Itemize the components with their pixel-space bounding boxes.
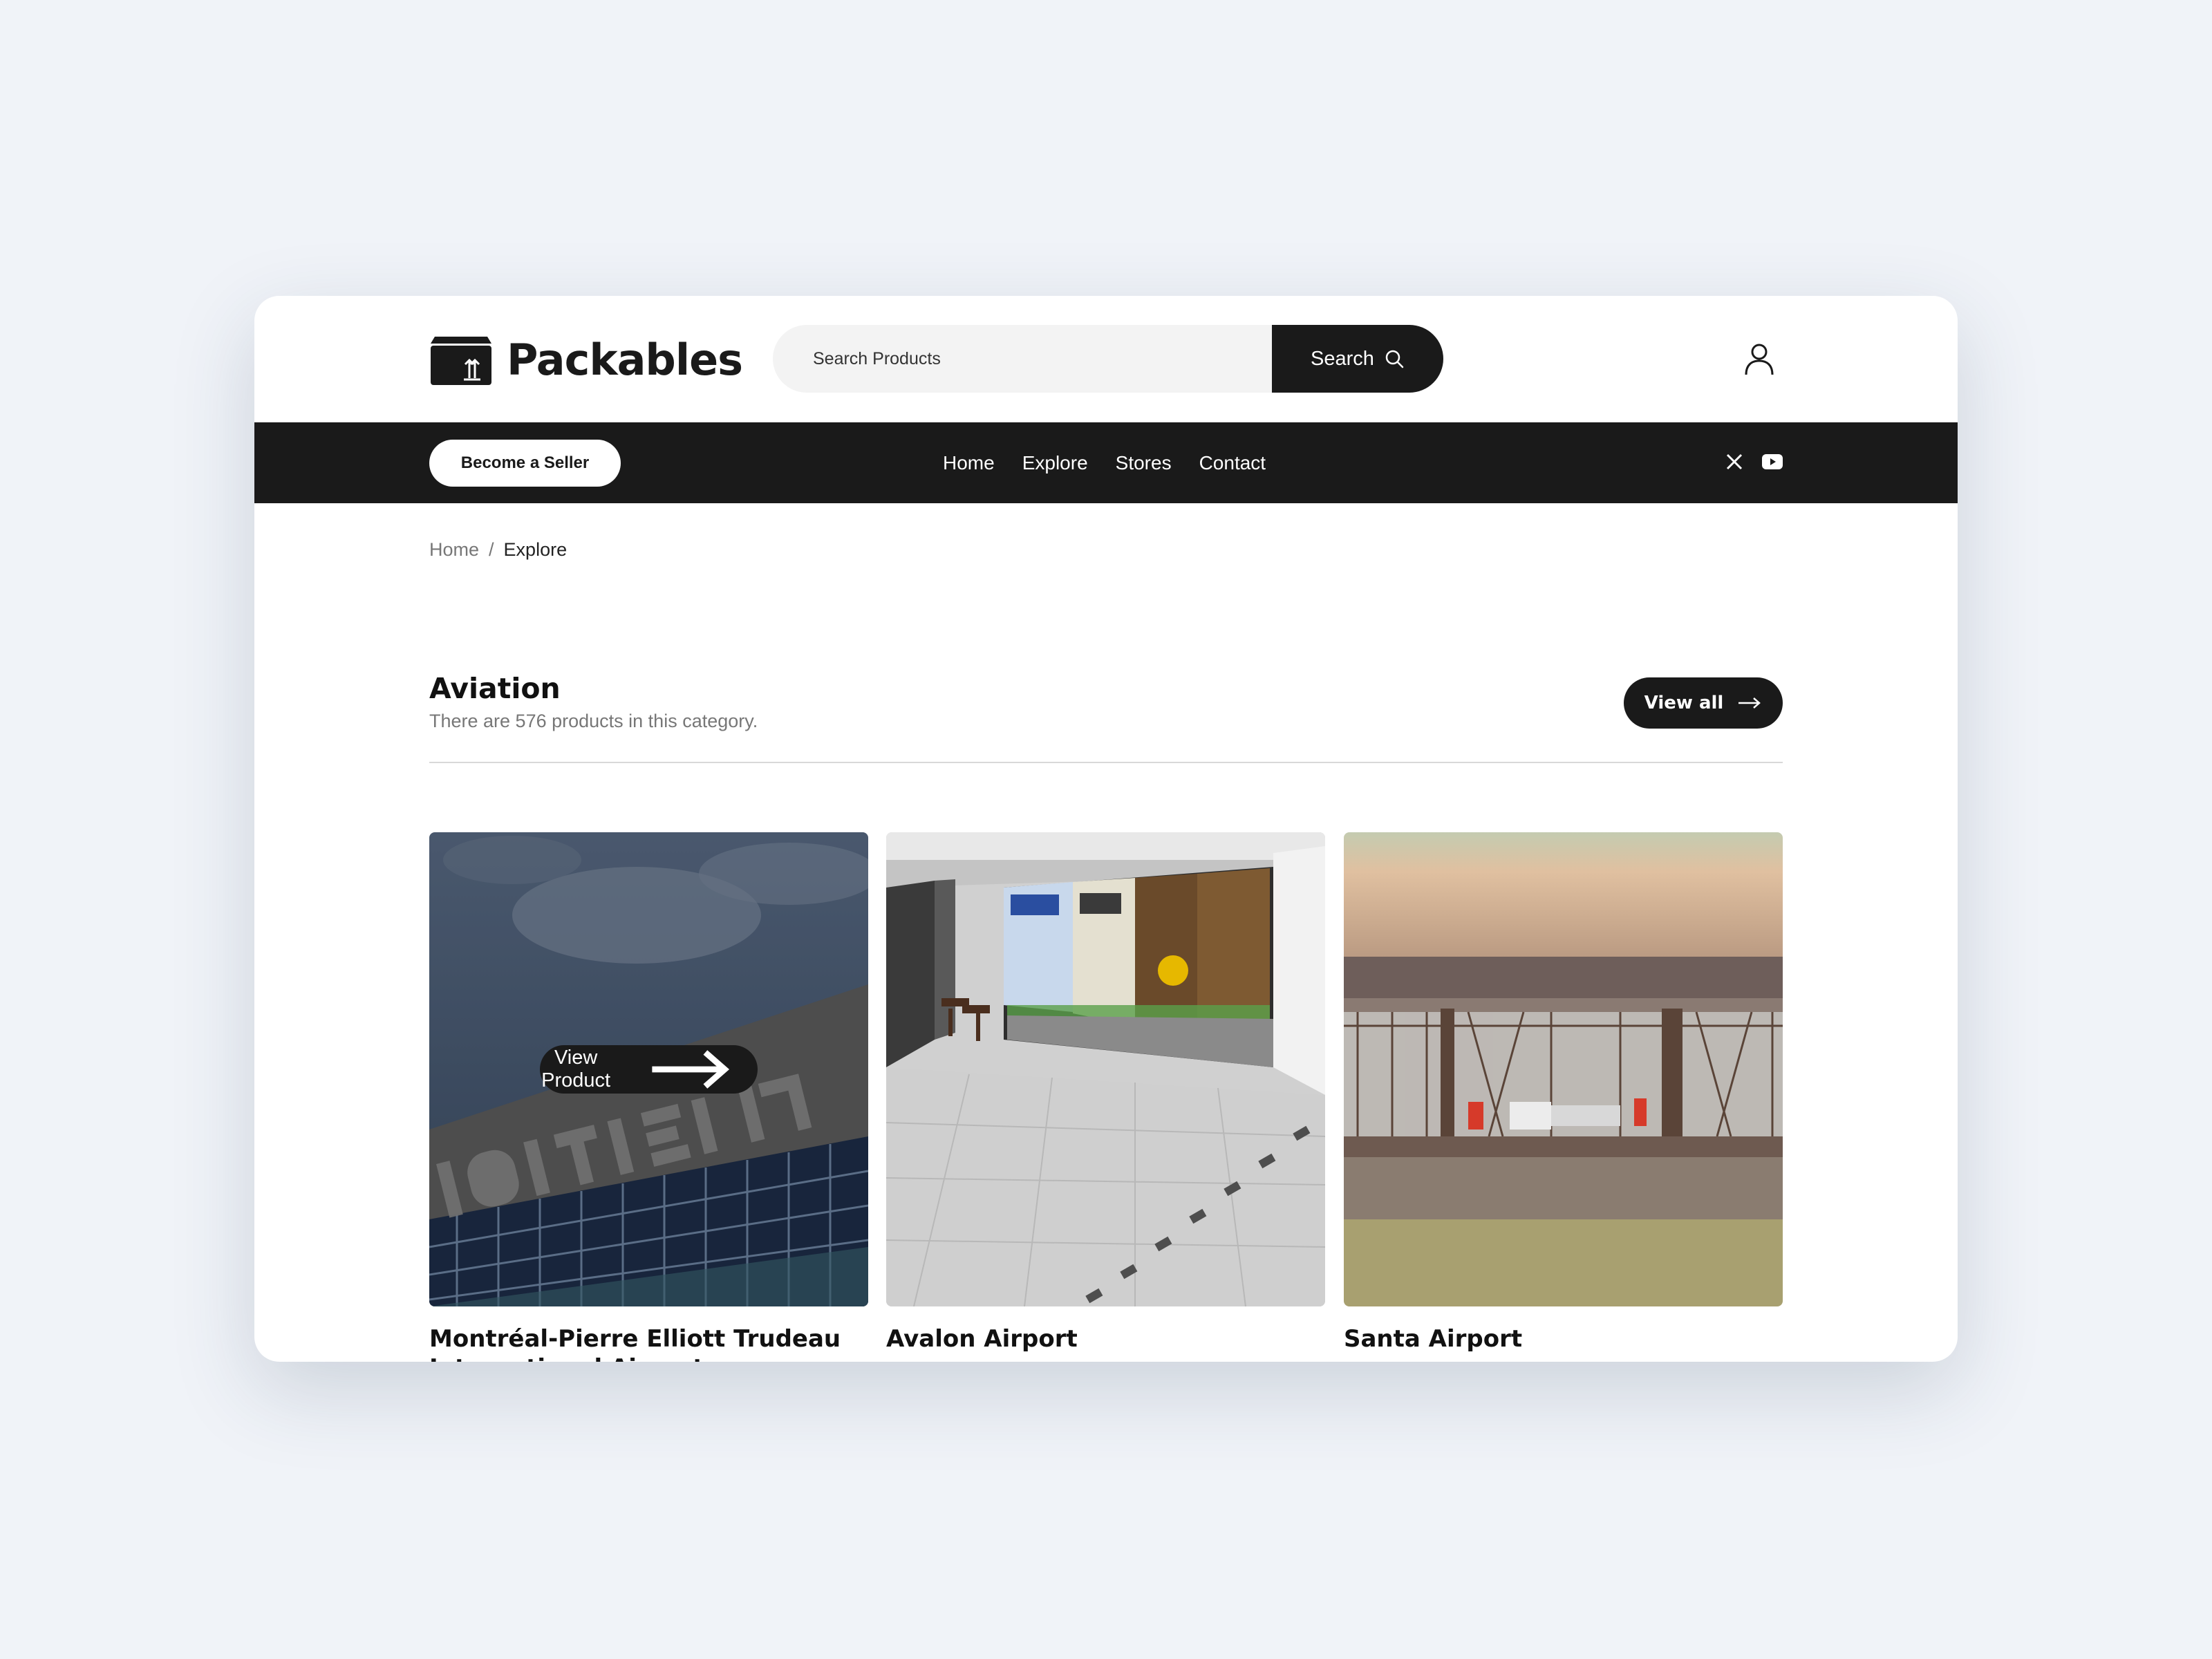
product-card[interactable]: Santa Airport [1344,832,1783,1362]
nav-link-home[interactable]: Home [943,452,995,474]
arrow-right-icon [652,1050,730,1089]
product-image[interactable]: View Product [429,832,868,1306]
search-input[interactable] [773,325,1272,393]
site-header: Packables Search [254,296,1958,422]
browser-window: Packables Search Become a Seller Home Ex… [254,296,1958,1362]
product-image[interactable] [1344,832,1783,1306]
avalon-airport-thumbnail [886,832,1325,1306]
user-icon[interactable] [1742,341,1777,376]
become-seller-button[interactable]: Become a Seller [429,440,621,487]
x-icon[interactable] [1725,453,1743,471]
breadcrumb-separator: / [489,539,494,560]
product-card[interactable]: View Product Montréal-Pierre Elliott Tru… [429,832,868,1362]
breadcrumb-current: Explore [503,539,568,560]
product-title[interactable]: Montréal-Pierre Elliott Trudeau Internat… [429,1324,868,1362]
nav-links: Home Explore Stores Contact [943,422,1266,503]
main-nav: Become a Seller Home Explore Stores Cont… [254,422,1958,503]
product-card[interactable]: Avalon Airport [886,832,1325,1362]
product-title[interactable]: Avalon Airport [886,1324,1325,1353]
view-all-label: View all [1644,693,1724,713]
category-title: Aviation [429,672,561,705]
view-product-button[interactable]: View Product [540,1045,758,1094]
breadcrumb-home[interactable]: Home [429,539,479,561]
search-icon [1385,350,1404,368]
search-bar: Search [773,325,1443,393]
category-subtitle: There are 576 products in this category. [429,711,758,731]
search-button[interactable]: Search [1272,325,1443,393]
nav-link-stores[interactable]: Stores [1116,452,1172,474]
social-links [1725,453,1783,471]
box-icon [431,337,491,385]
santa-airport-thumbnail [1344,832,1783,1306]
product-image[interactable] [886,832,1325,1306]
breadcrumb: Home / Explore [429,539,567,561]
logo[interactable]: Packables [429,332,743,386]
search-button-label: Search [1311,347,1374,370]
brand-name: Packables [507,334,743,385]
arrow-right-icon [1738,697,1761,709]
view-all-button[interactable]: View all [1624,677,1783,729]
nav-link-explore[interactable]: Explore [1022,452,1088,474]
section-divider [429,762,1783,763]
product-title[interactable]: Santa Airport [1344,1324,1783,1353]
nav-link-contact[interactable]: Contact [1199,452,1266,474]
view-product-label: View Product [541,1047,611,1091]
youtube-icon[interactable] [1761,453,1783,470]
